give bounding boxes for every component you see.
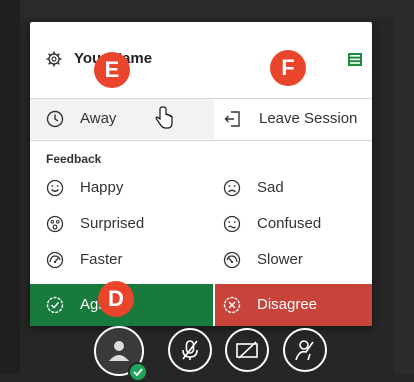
microphone-muted-icon [182,340,198,360]
faster-icon [46,251,64,269]
feedback-sad-button[interactable]: Sad [223,177,363,199]
slower-icon [223,251,241,269]
confused-face-icon [223,215,241,233]
menu-header: Your Name [30,22,372,98]
list-icon[interactable] [348,53,362,66]
camera-button[interactable] [225,328,269,372]
camera-off-icon [236,341,258,359]
callout-f: F [270,50,306,86]
feedback-surprised-button[interactable]: Surprised [46,213,206,235]
feedback-label: Sad [257,179,284,196]
status-menu-panel: Your Name Away Leave Session Feedback Ha… [30,22,372,326]
happy-face-icon [46,179,64,197]
disagree-label: Disagree [257,296,318,313]
clock-icon [46,110,64,128]
disagree-button[interactable]: Disagree [215,284,372,326]
leave-icon [224,111,240,127]
feedback-faster-button[interactable]: Faster [46,249,206,271]
share-button[interactable] [283,328,327,372]
gear-icon[interactable] [46,51,62,67]
leave-session-button[interactable]: Leave Session [216,99,372,139]
session-toolbar [0,326,414,382]
feedback-heading: Feedback [46,152,102,166]
hand-cursor-icon [155,106,173,129]
feedback-label: Surprised [80,215,145,232]
background-top [0,0,414,18]
presenter-icon [295,340,314,361]
agree-icon [46,296,64,314]
callout-d: D [98,281,134,317]
away-button[interactable]: Away [30,99,214,139]
callout-e: E [94,52,130,88]
divider [30,140,372,141]
background-left [0,0,20,374]
disagree-icon [223,296,241,314]
feedback-happy-button[interactable]: Happy [46,177,206,199]
status-check-icon [128,362,148,382]
feedback-label: Faster [80,251,123,268]
feedback-slower-button[interactable]: Slower [223,249,363,271]
feedback-label: Confused [257,215,322,232]
feedback-label: Happy [80,179,124,196]
microphone-button[interactable] [168,328,212,372]
surprised-face-icon [46,215,64,233]
away-label: Away [80,110,117,127]
user-status-icon [109,341,129,361]
status-row: Away Leave Session [30,99,372,139]
feedback-confused-button[interactable]: Confused [223,213,363,235]
leave-session-label: Leave Session [259,110,358,127]
background-right [394,0,414,374]
sad-face-icon [223,179,241,197]
feedback-label: Slower [257,251,303,268]
